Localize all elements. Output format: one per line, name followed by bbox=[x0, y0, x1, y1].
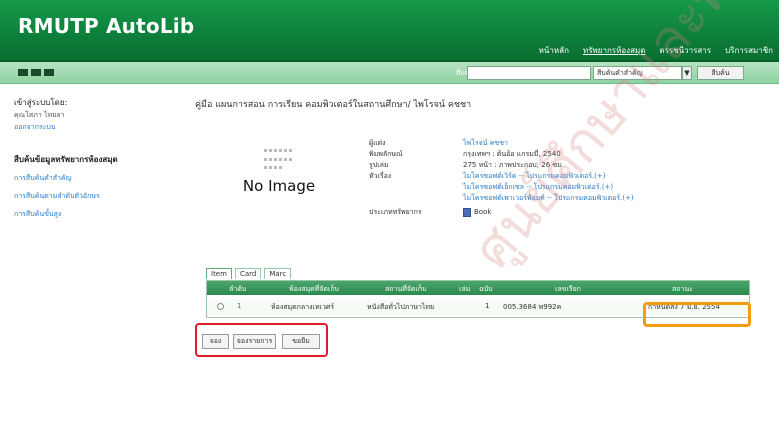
subject-link[interactable]: ไมโครซอฟต์เอ็กเซล -- โปรแกรมคอมพิวเตอร์.… bbox=[463, 182, 613, 193]
brand-logo[interactable]: RMUTP AutoLib bbox=[18, 14, 194, 38]
table-header: ลำดับ ห้องสมุดที่จัดเก็บ สถานที่จัดเก็บ … bbox=[207, 281, 749, 295]
field-label: ประเภททรัพยากร bbox=[369, 208, 422, 216]
call-number: 005.3684 พ992ค bbox=[503, 303, 562, 311]
status-highlight bbox=[643, 302, 751, 327]
logout-link[interactable]: ออกจากระบบ bbox=[14, 122, 184, 133]
physical-desc-value: 275 หน้า : ภาพประกอบ; 26 ซม bbox=[463, 161, 562, 169]
sidebar-item-alphabetical-search[interactable]: การสืบค้นตามลำดับตัวอักษร bbox=[14, 191, 184, 202]
no-image-text: No Image bbox=[242, 177, 316, 195]
column-header: ลำดับ bbox=[229, 285, 247, 293]
app-header: RMUTP AutoLib หน้าหลัก ทรัพยากรห้องสมุด … bbox=[0, 0, 779, 62]
field-label bbox=[369, 193, 463, 204]
search-bar: สืบค้น: สืบค้นคำสำคัญ ▼ สืบค้น bbox=[0, 62, 779, 84]
top-nav: หน้าหลัก ทรัพยากรห้องสมุด ดรรชนีวารสาร บ… bbox=[539, 44, 773, 57]
imprint-value: กรุงเทพฯ : ต้นอ้อ แกรมมี่, 2540 bbox=[463, 150, 561, 158]
chevron-down-icon[interactable]: ▼ bbox=[682, 66, 692, 80]
record-title: คู่มือ แผนการสอน การเรียน คอมพิวเตอร์ในส… bbox=[195, 100, 472, 110]
column-header: ฉบับ bbox=[479, 285, 493, 293]
field-label: ผู้แต่ง bbox=[369, 139, 386, 147]
search-input[interactable] bbox=[467, 66, 591, 80]
column-header: สถานะ bbox=[672, 285, 693, 293]
resource-type: Book bbox=[463, 207, 491, 218]
location: หนังสือทั่วไปภาษาไทย bbox=[367, 303, 435, 311]
field-label bbox=[369, 182, 463, 193]
borrow-button[interactable]: ขอยืม bbox=[282, 334, 320, 349]
cover-placeholder: No Image bbox=[234, 149, 324, 229]
field-label: พิมพลักษณ์ bbox=[369, 150, 403, 158]
sidebar-item-keyword-search[interactable]: การสืบค้นคำสำคัญ bbox=[14, 173, 184, 184]
book-icon bbox=[463, 207, 471, 217]
row-select-radio[interactable] bbox=[217, 303, 224, 310]
search-button[interactable]: สืบค้น bbox=[697, 66, 744, 80]
record-metadata: ผู้แต่ง ไพโรจน์ คชชา พิมพลักษณ์ กรุงเทพฯ… bbox=[369, 138, 634, 218]
record-tabs: Item Card Marc bbox=[206, 268, 292, 279]
decorative-squares bbox=[18, 69, 54, 76]
library-name: ห้องสมุดกลางเทเวศร์ bbox=[271, 303, 335, 311]
nav-member-services[interactable]: บริการสมาชิก bbox=[725, 44, 773, 57]
nav-journal-index[interactable]: ดรรชนีวารสาร bbox=[659, 44, 711, 57]
column-header: เลขเรียก bbox=[555, 285, 581, 293]
column-header: สถานที่จัดเก็บ bbox=[385, 285, 427, 293]
login-heading: เข้าสู่ระบบโดย: bbox=[14, 98, 68, 107]
nav-library-resources[interactable]: ทรัพยากรห้องสมุด bbox=[583, 44, 646, 57]
resource-type-value: Book bbox=[474, 208, 492, 216]
reserve-list-button[interactable]: จองรายการ bbox=[233, 334, 276, 349]
field-label: รูปเล่ม bbox=[369, 161, 389, 169]
tab-card[interactable]: Card bbox=[234, 268, 262, 279]
user-name: คุณโสภา ไทยลา bbox=[14, 111, 65, 119]
sidebar: เข้าสู่ระบบโดย: คุณโสภา ไทยลา ออกจากระบบ… bbox=[14, 96, 184, 220]
sidebar-section-title: สืบค้นข้อมูลทรัพยากรห้องสมุด bbox=[14, 155, 118, 164]
sidebar-item-advanced-search[interactable]: การสืบค้นขั้นสูง bbox=[14, 209, 184, 220]
nav-home[interactable]: หน้าหลัก bbox=[539, 44, 569, 57]
subject-link[interactable]: ไมโครซอฟต์เพาเวอร์พ้อยท์ -- โปรแกรมคอมพิ… bbox=[463, 193, 634, 204]
column-header: เล่ม bbox=[459, 285, 471, 293]
author-link[interactable]: ไพโรจน์ คชชา bbox=[463, 138, 508, 149]
reserve-button[interactable]: จอง bbox=[202, 334, 229, 349]
copy: 1 bbox=[485, 302, 490, 310]
column-header: ห้องสมุดที่จัดเก็บ bbox=[289, 285, 340, 293]
field-label: หัวเรื่อง bbox=[369, 172, 392, 180]
tab-item[interactable]: Item bbox=[206, 268, 232, 279]
row-number[interactable]: 1 bbox=[237, 302, 241, 310]
search-type-select[interactable]: สืบค้นคำสำคัญ bbox=[593, 66, 682, 80]
tab-marc[interactable]: Marc bbox=[264, 268, 292, 279]
subject-link[interactable]: ไมโครซอฟต์เวิร์ด -- โปรแกรมคอมพิวเตอร์.(… bbox=[463, 171, 606, 182]
